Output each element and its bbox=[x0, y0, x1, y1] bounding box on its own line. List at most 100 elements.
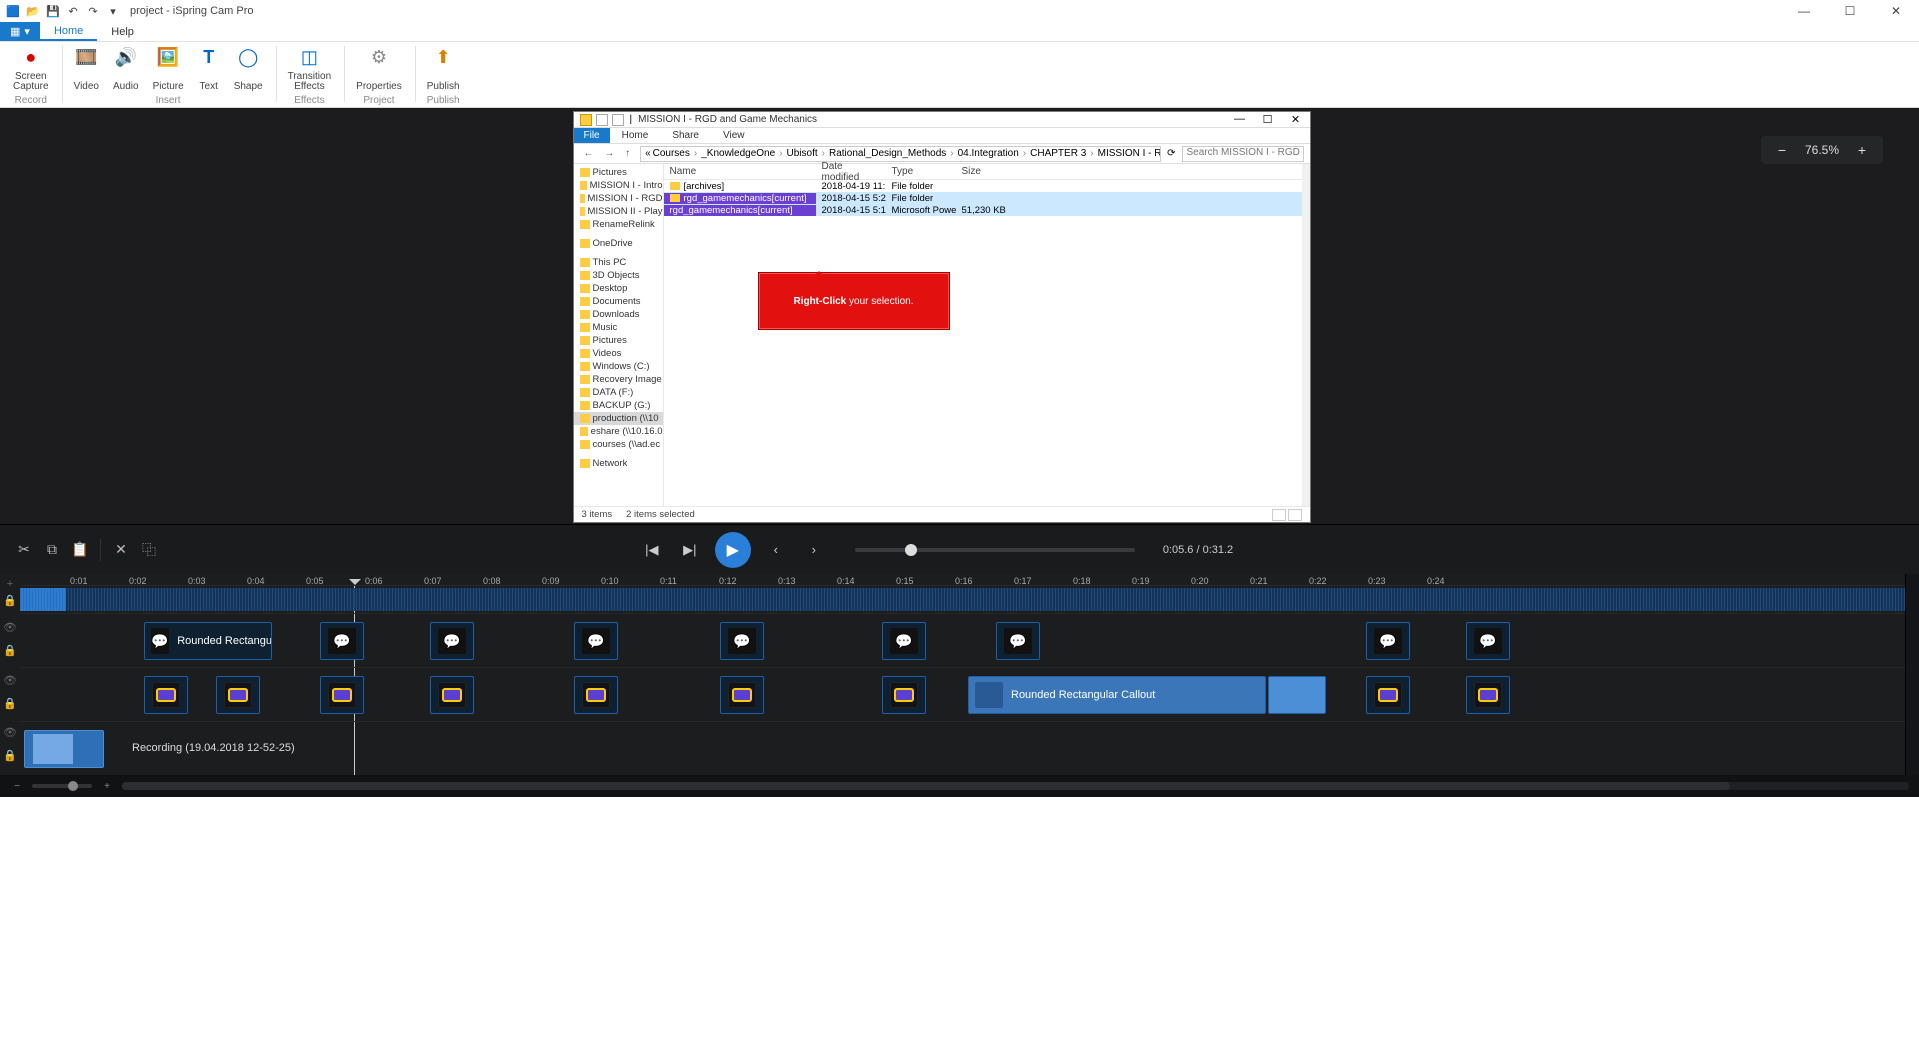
zoom-out-button[interactable]: − bbox=[1775, 142, 1789, 158]
tree-item[interactable]: production (\\10 bbox=[574, 412, 663, 425]
minimize-button[interactable]: — bbox=[1781, 0, 1827, 22]
tree-item[interactable]: Downloads bbox=[574, 308, 663, 321]
track-visible-icon[interactable]: 👁 bbox=[3, 621, 17, 634]
tl-zoom-out-button[interactable]: − bbox=[10, 781, 24, 792]
delete-button[interactable]: ✕ bbox=[107, 535, 135, 565]
clip-callout[interactable] bbox=[1366, 622, 1410, 660]
list-columns[interactable]: Name Date modified Type Size bbox=[664, 164, 1302, 180]
recording-track[interactable]: Recording (19.04.2018 12-52-25) bbox=[20, 721, 1905, 775]
insert-picture-button[interactable]: 🖼️Picture bbox=[146, 44, 191, 94]
zoom-in-button[interactable]: + bbox=[1855, 142, 1869, 158]
clip-shape[interactable] bbox=[574, 676, 618, 714]
clip-shape[interactable] bbox=[144, 676, 188, 714]
view-details-icon[interactable] bbox=[1272, 509, 1286, 521]
tree-item[interactable]: Pictures bbox=[574, 334, 663, 347]
undo-icon[interactable]: ↶ bbox=[66, 4, 80, 18]
track-visible-icon[interactable]: 👁 bbox=[3, 726, 17, 739]
maximize-button[interactable]: ☐ bbox=[1827, 0, 1873, 22]
back-icon[interactable]: ← bbox=[580, 148, 598, 159]
tree-item[interactable]: Network bbox=[574, 457, 663, 470]
next-frame-button[interactable]: ▶| bbox=[677, 537, 703, 563]
clip-shape[interactable] bbox=[430, 676, 474, 714]
clip-callout[interactable] bbox=[882, 622, 926, 660]
ribbon-tab-help[interactable]: Help bbox=[97, 22, 148, 41]
ribbon-tab-home[interactable]: Home bbox=[40, 22, 97, 41]
tree-item[interactable]: Music bbox=[574, 321, 663, 334]
tl-zoom-in-button[interactable]: + bbox=[100, 781, 114, 792]
add-track-button[interactable]: + bbox=[7, 578, 13, 590]
callout-track-1[interactable]: Rounded Rectangular Callout bbox=[20, 613, 1905, 667]
tree-item[interactable]: courses (\\ad.ec bbox=[574, 438, 663, 451]
screen-capture-button[interactable]: ●ScreenCapture bbox=[6, 44, 56, 94]
insert-shape-button[interactable]: ◯Shape bbox=[227, 44, 270, 94]
tree-item[interactable]: This PC bbox=[574, 256, 663, 269]
explorer-view-tab[interactable]: View bbox=[711, 128, 757, 143]
track-lock-icon[interactable]: 🔒 bbox=[3, 697, 17, 710]
callout-track-2[interactable]: Rounded Rectangular Callout bbox=[20, 667, 1905, 721]
tree-item[interactable]: Pictures bbox=[574, 166, 663, 179]
track-lock-icon[interactable]: 🔒 bbox=[3, 594, 17, 607]
forward-icon[interactable]: → bbox=[600, 148, 618, 159]
insert-audio-button[interactable]: 🔊Audio bbox=[106, 44, 146, 94]
qat-dropdown-icon[interactable]: ▾ bbox=[106, 4, 120, 18]
clip-callout[interactable] bbox=[720, 622, 764, 660]
step-back-button[interactable]: ‹ bbox=[763, 537, 789, 563]
tree-item[interactable]: Desktop bbox=[574, 282, 663, 295]
tree-item[interactable]: Videos bbox=[574, 347, 663, 360]
prev-frame-button[interactable]: |◀ bbox=[639, 537, 665, 563]
track-visible-icon[interactable]: 👁 bbox=[3, 674, 17, 687]
clip-callout[interactable] bbox=[574, 622, 618, 660]
timeline-vscrollbar[interactable] bbox=[1905, 574, 1919, 775]
open-icon[interactable]: 📂 bbox=[26, 4, 40, 18]
explorer-nav-tree[interactable]: PicturesMISSION I - IntroMISSION I - RGD… bbox=[574, 164, 664, 506]
clip-shape[interactable] bbox=[1366, 676, 1410, 714]
clip-callout[interactable] bbox=[320, 622, 364, 660]
clip-callout[interactable] bbox=[996, 622, 1040, 660]
clip-callout[interactable] bbox=[430, 622, 474, 660]
explorer-search-input[interactable]: Search MISSION I - RGD and ... bbox=[1182, 146, 1304, 162]
audio-track[interactable] bbox=[20, 585, 1905, 613]
clip-shape[interactable] bbox=[216, 676, 260, 714]
publish-button[interactable]: ⬆Publish bbox=[420, 44, 467, 94]
list-row[interactable]: rgd_gamemechanics[current]2018-04-15 5:1… bbox=[664, 204, 1302, 216]
tree-item[interactable]: BACKUP (G:) bbox=[574, 399, 663, 412]
timeline-hscrollbar[interactable] bbox=[122, 782, 1909, 790]
clip-shape[interactable] bbox=[1466, 676, 1510, 714]
insert-text-button[interactable]: TText bbox=[191, 44, 227, 94]
tree-item[interactable]: eshare (\\10.16.0 bbox=[574, 425, 663, 438]
close-button[interactable]: ✕ bbox=[1873, 0, 1919, 22]
tree-item[interactable]: Documents bbox=[574, 295, 663, 308]
ribbon-file-tab[interactable]: ▦▾ bbox=[0, 22, 40, 41]
tree-item[interactable]: MISSION II - Play bbox=[574, 205, 663, 218]
tree-item[interactable]: OneDrive bbox=[574, 237, 663, 250]
playback-slider[interactable] bbox=[855, 548, 1135, 552]
clip-callout[interactable] bbox=[1466, 622, 1510, 660]
explorer-address-bar[interactable]: « Courses› _KnowledgeOne› Ubisoft› Ratio… bbox=[640, 146, 1161, 162]
transition-effects-button[interactable]: ◫TransitionEffects bbox=[281, 44, 339, 94]
list-row[interactable]: rgd_gamemechanics[current]2018-04-15 5:2… bbox=[664, 192, 1302, 204]
explorer-file-tab[interactable]: File bbox=[574, 128, 610, 143]
insert-video-button[interactable]: 🎞️Video bbox=[67, 44, 106, 94]
explorer-home-tab[interactable]: Home bbox=[610, 128, 661, 143]
step-fwd-button[interactable]: › bbox=[801, 537, 827, 563]
tree-item[interactable]: DATA (F:) bbox=[574, 386, 663, 399]
list-row[interactable]: [archives]2018-04-19 11:11 ...File folde… bbox=[664, 180, 1302, 192]
track-lock-icon[interactable]: 🔒 bbox=[3, 644, 17, 657]
tree-item[interactable]: MISSION I - RGD bbox=[574, 192, 663, 205]
explorer-maximize-button[interactable]: ☐ bbox=[1254, 113, 1282, 126]
tree-item[interactable]: MISSION I - Intro bbox=[574, 179, 663, 192]
properties-button[interactable]: ⚙Properties bbox=[349, 44, 409, 94]
redo-icon[interactable]: ↷ bbox=[86, 4, 100, 18]
explorer-file-list[interactable]: Name Date modified Type Size [archives]2… bbox=[664, 164, 1302, 506]
up-icon[interactable]: ↑ bbox=[621, 148, 634, 159]
track-lock-icon[interactable]: 🔒 bbox=[3, 749, 17, 762]
tree-item[interactable]: RenameRelink bbox=[574, 218, 663, 231]
crop-button[interactable]: ⿻ bbox=[135, 535, 163, 565]
explorer-minimize-button[interactable]: — bbox=[1226, 113, 1254, 126]
tree-item[interactable]: Recovery Image bbox=[574, 373, 663, 386]
cut-button[interactable]: ✂ bbox=[10, 535, 38, 565]
timeline-ruler[interactable]: 0:010:020:030:040:050:060:070:080:090:10… bbox=[20, 574, 1905, 585]
clip-shape[interactable] bbox=[320, 676, 364, 714]
paste-button[interactable]: 📋 bbox=[66, 535, 94, 565]
view-large-icon[interactable] bbox=[1288, 509, 1302, 521]
